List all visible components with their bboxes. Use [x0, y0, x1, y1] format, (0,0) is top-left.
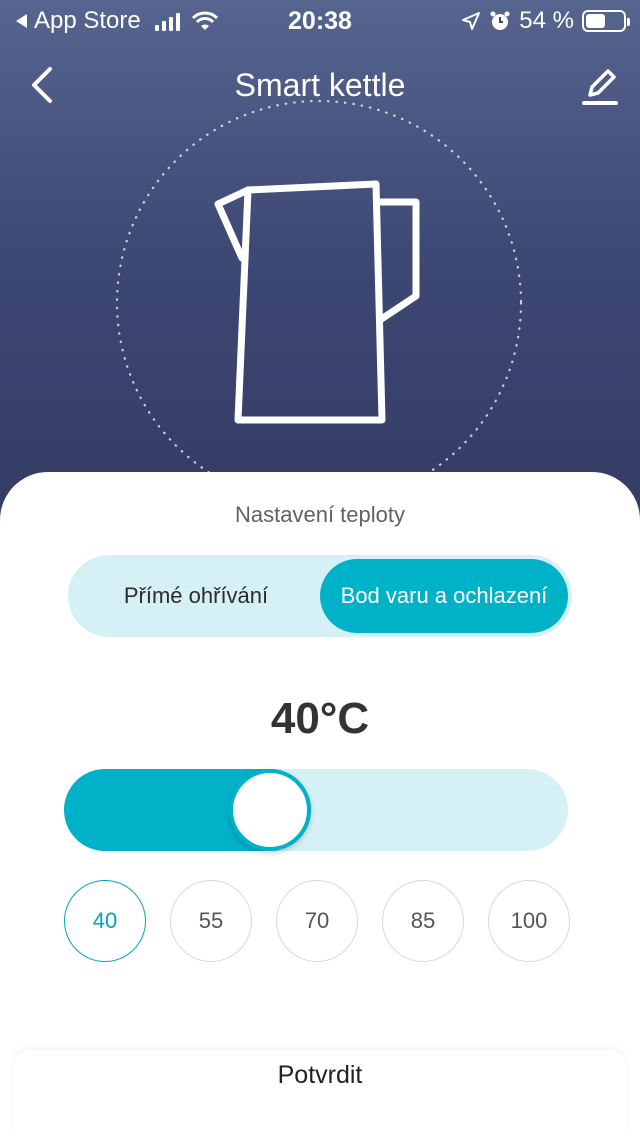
mode-segmented-control: Přímé ohřívání Bod varu a ochlazení	[68, 555, 572, 637]
preset-100[interactable]: 100	[488, 880, 570, 962]
mode-boil-and-cool[interactable]: Bod varu a ochlazení	[320, 559, 568, 633]
preset-70[interactable]: 70	[276, 880, 358, 962]
temperature-value: 40°C	[270, 694, 370, 743]
temperature-settings-panel: Nastavení teploty Přímé ohřívání Bod var…	[0, 472, 640, 1136]
status-bar: App Store 20:38 54 %	[0, 0, 640, 40]
battery-percentage: 54 %	[519, 7, 574, 34]
section-title: Nastavení teploty	[235, 502, 405, 527]
slider-thumb[interactable]	[229, 769, 311, 851]
alarm-clock-icon	[490, 11, 510, 30]
kettle-icon	[214, 180, 420, 424]
mode-direct-heating[interactable]: Přímé ohřívání	[72, 559, 320, 633]
preset-55[interactable]: 55	[170, 880, 252, 962]
confirm-button[interactable]: Potvrdit	[14, 1050, 626, 1100]
preset-40[interactable]: 40	[64, 880, 146, 962]
battery-icon	[582, 10, 630, 32]
preset-85[interactable]: 85	[382, 880, 464, 962]
temperature-presets: 40 55 70 85 100	[64, 880, 570, 962]
temperature-slider[interactable]	[64, 769, 568, 851]
status-right-group: 54 %	[461, 7, 630, 35]
pencil-icon	[582, 69, 618, 105]
edit-button[interactable]	[580, 63, 620, 107]
confirm-bar: Potvrdit	[14, 1050, 626, 1136]
location-arrow-icon	[462, 12, 481, 30]
